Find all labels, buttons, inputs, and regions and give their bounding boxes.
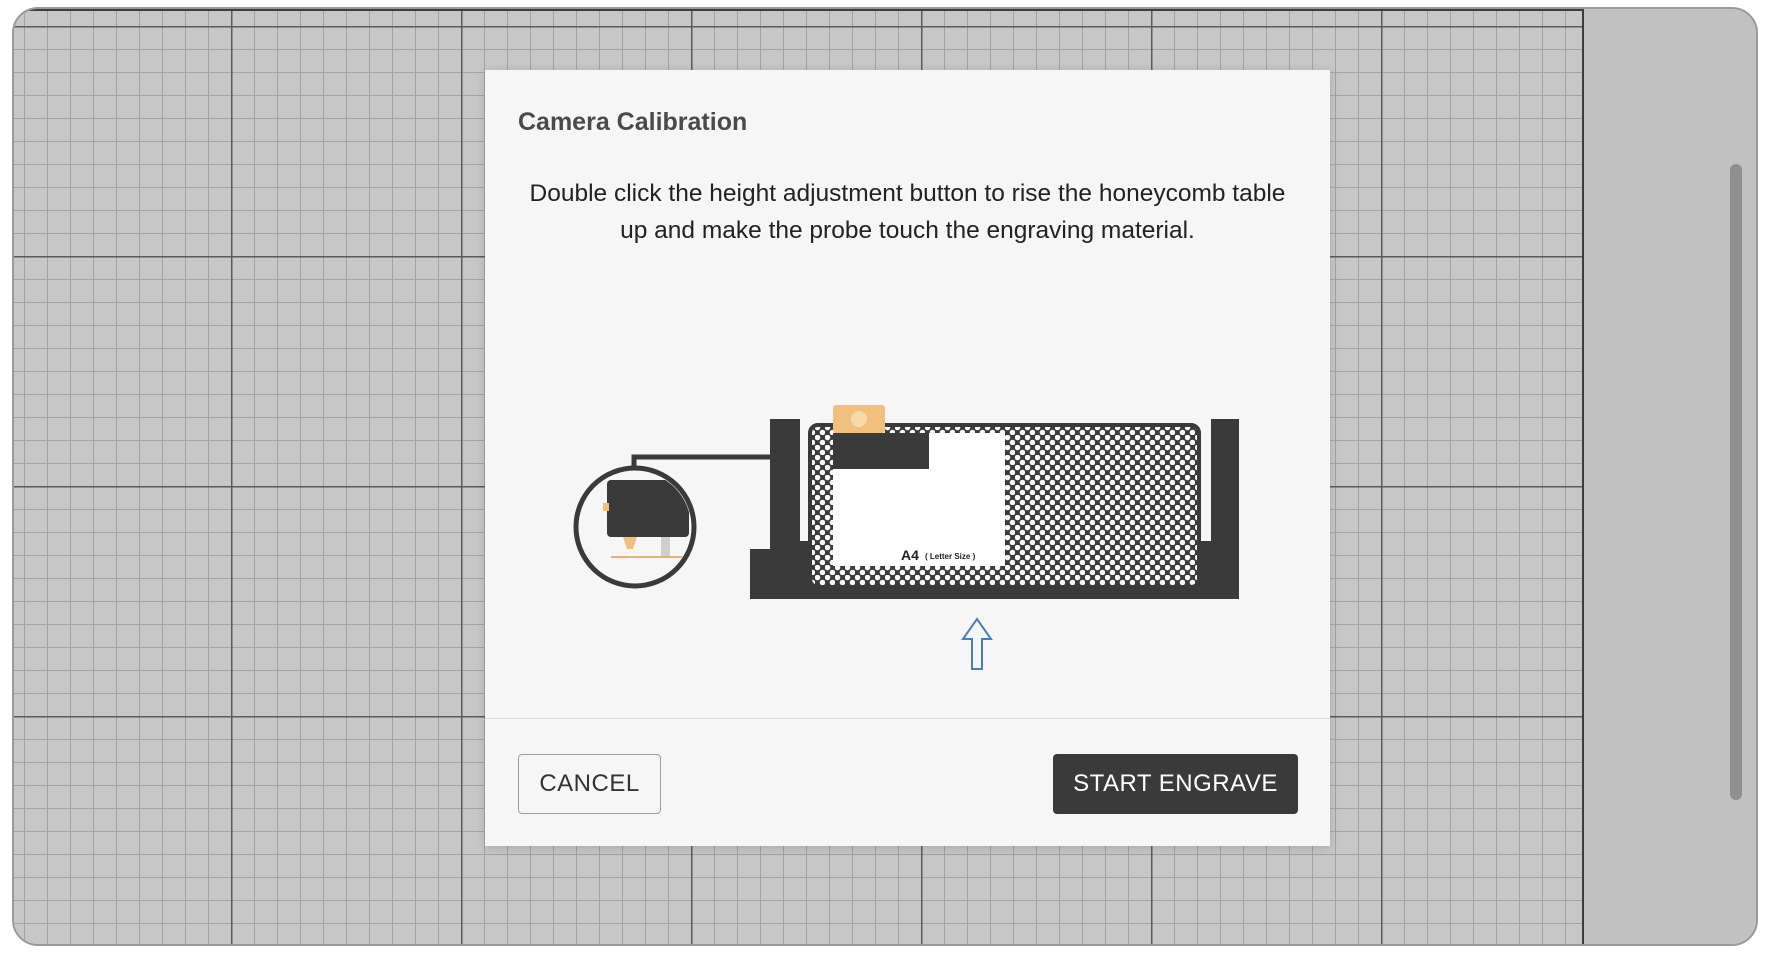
dialog-footer-divider (485, 718, 1330, 719)
calibration-illustration: A4 ( Letter Size ) (485, 335, 1330, 725)
dialog-title: Camera Calibration (518, 108, 748, 136)
laser-head-icon (833, 405, 885, 433)
cancel-button[interactable]: CANCEL (518, 754, 661, 814)
paper-sublabel: ( Letter Size ) (925, 552, 976, 561)
dialog-message: Double click the height adjustment butto… (529, 180, 1286, 244)
paper-label: A4 (901, 547, 919, 563)
camera-calibration-dialog: Camera Calibration Double click the heig… (485, 70, 1330, 846)
start-engrave-button[interactable]: START ENGRAVE (1053, 754, 1298, 814)
calibration-illustration-svg: A4 ( Letter Size ) (573, 405, 1239, 670)
up-arrow-icon (961, 617, 993, 670)
scrollbar-thumb[interactable] (1730, 164, 1742, 800)
a4-paper: A4 ( Letter Size ) (833, 433, 1005, 566)
side-panel (1584, 9, 1756, 944)
probe-detail-icon (573, 454, 775, 589)
